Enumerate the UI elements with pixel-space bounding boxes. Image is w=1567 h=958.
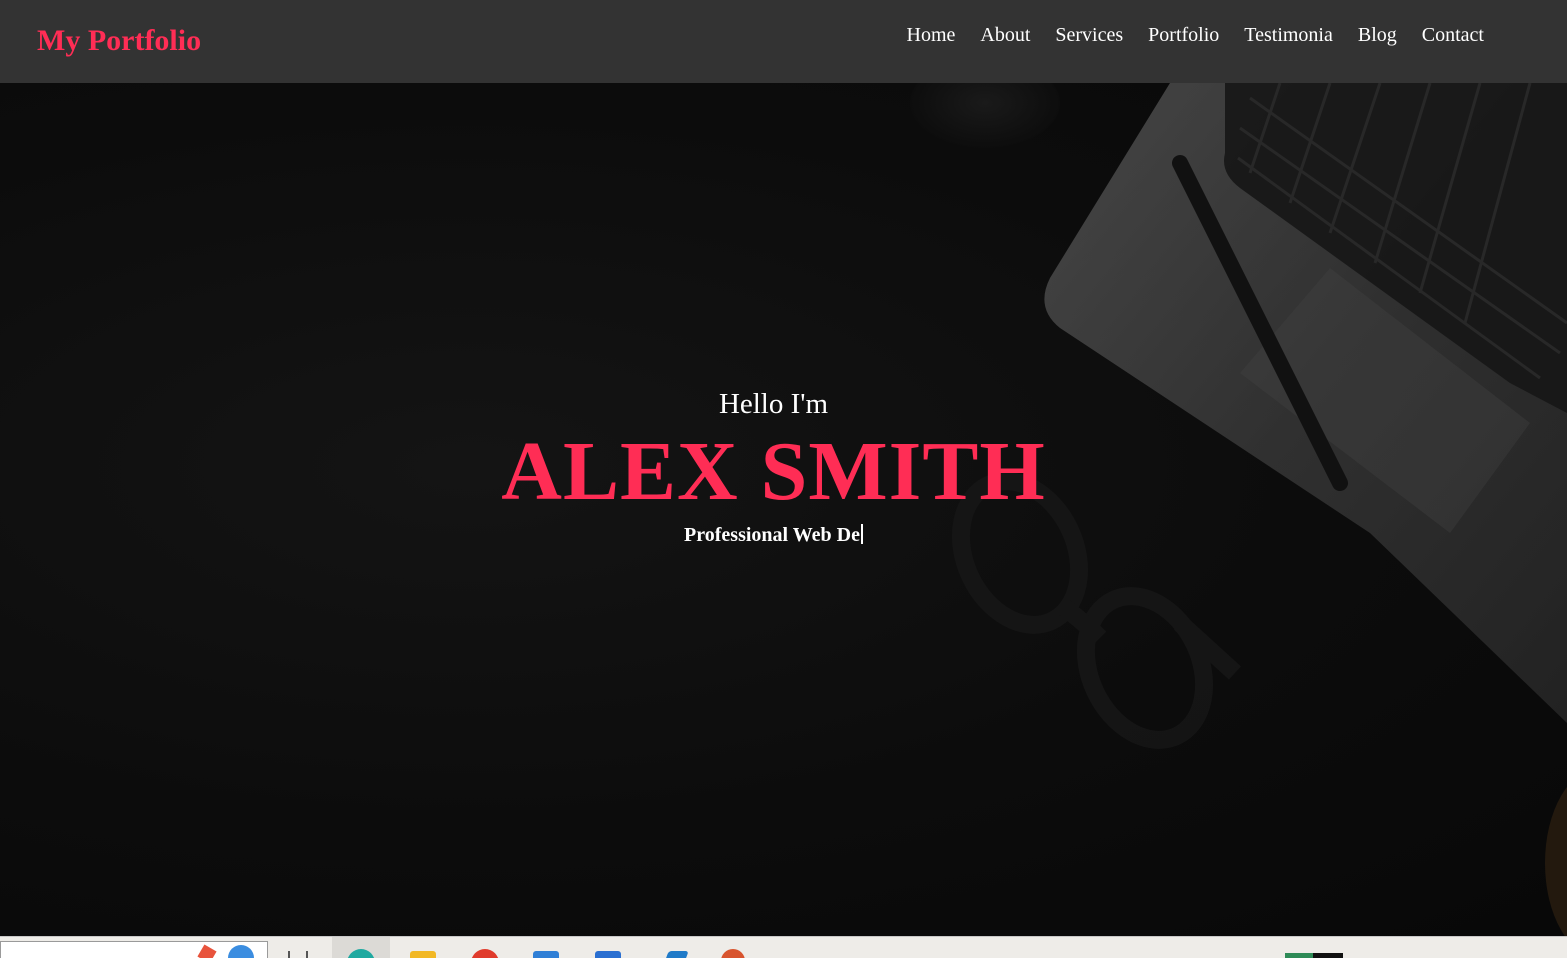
chrome-icon[interactable] bbox=[471, 949, 499, 958]
tray-icon-dark[interactable] bbox=[1313, 953, 1343, 958]
hero-greeting: Hello I'm bbox=[718, 388, 829, 420]
store-icon[interactable] bbox=[533, 951, 559, 958]
nav-item-portfolio[interactable]: Portfolio bbox=[1148, 22, 1219, 48]
site-logo[interactable]: My Portfolio bbox=[37, 22, 201, 60]
main-nav: Home About Services Portfolio Testimonia… bbox=[907, 22, 1485, 48]
nav-item-about[interactable]: About bbox=[980, 22, 1030, 48]
hero-name: ALEX SMITH bbox=[501, 425, 1046, 518]
top-navbar: My Portfolio Home About Services Portfol… bbox=[0, 0, 1567, 83]
vscode-icon[interactable] bbox=[661, 951, 689, 958]
mail-icon[interactable] bbox=[595, 951, 621, 958]
typing-cursor bbox=[860, 524, 863, 544]
file-explorer-icon[interactable] bbox=[410, 951, 436, 958]
hero-section: Hello I'm ALEX SMITH Professional Web De bbox=[0, 83, 1567, 936]
browser-page: My Portfolio Home About Services Portfol… bbox=[0, 0, 1567, 958]
nav-item-services[interactable]: Services bbox=[1055, 22, 1123, 48]
hero-content: Hello I'm ALEX SMITH Professional Web De bbox=[0, 83, 1547, 936]
tray-icon-green[interactable] bbox=[1285, 953, 1313, 958]
nav-item-contact[interactable]: Contact bbox=[1422, 22, 1484, 48]
hero-tagline: Professional Web De bbox=[0, 522, 1547, 548]
task-view-icon[interactable] bbox=[288, 951, 308, 958]
typed-text: Professional Web De bbox=[684, 524, 860, 546]
nav-item-home[interactable]: Home bbox=[907, 22, 956, 48]
nav-item-blog[interactable]: Blog bbox=[1358, 22, 1397, 48]
app-icon[interactable] bbox=[721, 949, 745, 958]
mug-shape bbox=[1545, 787, 1567, 936]
os-taskbar bbox=[0, 936, 1567, 958]
nav-item-testimonials[interactable]: Testimonia bbox=[1244, 22, 1333, 48]
